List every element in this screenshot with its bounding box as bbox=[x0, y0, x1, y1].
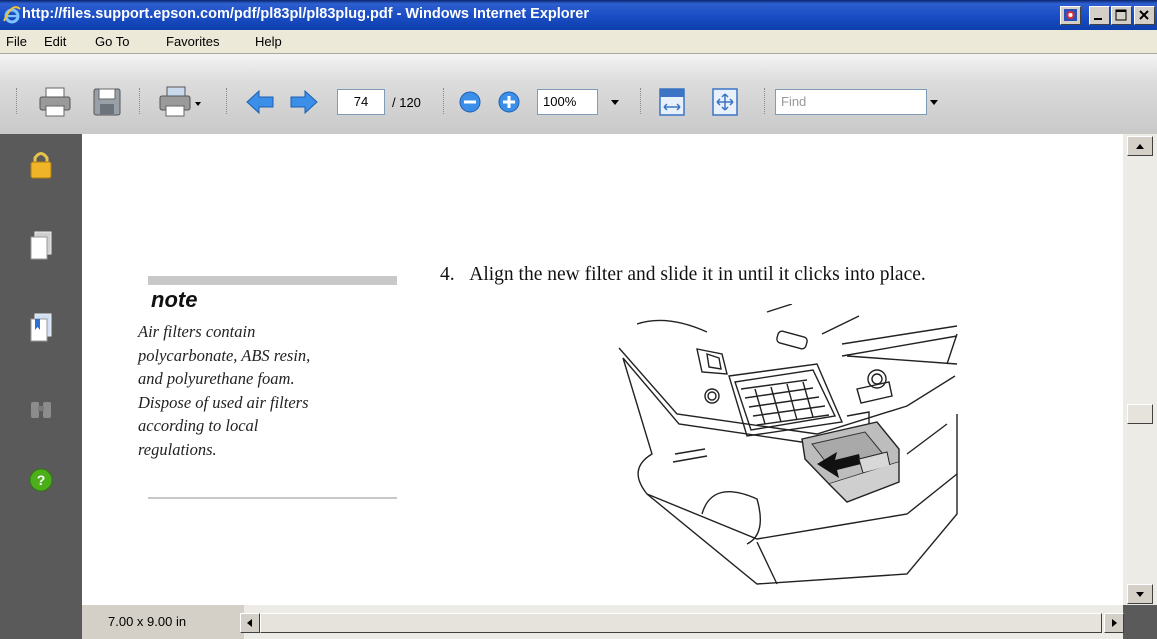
page-size-status: 7.00 x 9.00 in bbox=[82, 605, 244, 639]
page-number-input[interactable]: 74 bbox=[337, 89, 385, 115]
scroll-up-button[interactable] bbox=[1127, 136, 1153, 156]
zoom-out-icon[interactable] bbox=[458, 90, 482, 114]
menu-file[interactable]: File bbox=[6, 34, 27, 49]
window-title-bar[interactable]: http://files.support.epson.com/pdf/pl83p… bbox=[0, 0, 1157, 30]
search-binoculars-icon[interactable] bbox=[28, 396, 54, 422]
menu-bar: File Edit Go To Favorites Help bbox=[0, 30, 1157, 54]
minimize-icon[interactable] bbox=[1089, 6, 1110, 25]
pages-icon[interactable] bbox=[28, 230, 54, 262]
scroll-down-button[interactable] bbox=[1127, 584, 1153, 604]
menu-go-to[interactable]: Go To bbox=[95, 34, 129, 49]
note-line: regulations. bbox=[138, 439, 217, 459]
chevron-down-icon[interactable] bbox=[610, 98, 620, 106]
scroll-thumb[interactable] bbox=[1127, 404, 1153, 424]
step-instruction: 4. Align the new filter and slide it in … bbox=[440, 264, 926, 286]
horizontal-scrollbar[interactable] bbox=[240, 605, 1124, 639]
note-line: Dispose of used air filters bbox=[138, 392, 309, 412]
find-input[interactable]: Find bbox=[775, 89, 927, 115]
security-lock-icon[interactable] bbox=[28, 150, 54, 180]
window-title: http://files.support.epson.com/pdf/pl83p… bbox=[22, 6, 589, 22]
bookmarks-icon[interactable] bbox=[28, 312, 54, 344]
navigation-panel bbox=[0, 134, 82, 605]
fit-width-icon[interactable] bbox=[657, 87, 687, 117]
note-line: and polyurethane foam. bbox=[138, 369, 295, 388]
pdf-page: note Air filters contain polycarbonate, … bbox=[82, 134, 1123, 605]
note-line: Air filters contain bbox=[138, 322, 256, 341]
zoom-select[interactable]: 100% bbox=[537, 89, 598, 115]
zoom-in-icon[interactable] bbox=[497, 90, 521, 114]
help-icon[interactable]: ? bbox=[28, 467, 54, 493]
toolbar-separator bbox=[640, 88, 643, 114]
note-title: note bbox=[151, 287, 198, 312]
custom-status-icon[interactable] bbox=[1060, 6, 1081, 25]
scroll-right-button[interactable] bbox=[1104, 613, 1124, 633]
note-line: according to local bbox=[138, 416, 259, 435]
step-number: 4. bbox=[440, 264, 455, 285]
filter-illustration bbox=[618, 304, 958, 585]
next-page-icon[interactable] bbox=[289, 88, 319, 116]
ie-logo-icon bbox=[3, 6, 21, 24]
page-size-label: 7.00 x 9.00 in bbox=[108, 614, 187, 629]
fit-page-icon[interactable] bbox=[710, 87, 740, 117]
page-total-label: / 120 bbox=[392, 95, 421, 110]
maximize-icon[interactable] bbox=[1111, 6, 1132, 25]
step-text: Align the new filter and slide it in unt… bbox=[469, 264, 926, 285]
menu-help[interactable]: Help bbox=[255, 34, 282, 49]
note-line: polycarbonate, ABS resin, bbox=[138, 345, 311, 365]
note-top-rule bbox=[148, 276, 397, 285]
print-icon[interactable] bbox=[37, 86, 73, 118]
horizontal-scroll-thumb[interactable] bbox=[260, 613, 1102, 633]
markup-tool-icon[interactable] bbox=[157, 84, 203, 118]
chevron-down-icon[interactable] bbox=[929, 98, 939, 106]
save-icon[interactable] bbox=[91, 86, 123, 118]
toolbar-separator bbox=[139, 88, 142, 114]
scroll-left-button[interactable] bbox=[240, 613, 260, 633]
toolbar-separator bbox=[443, 88, 446, 114]
toolbar-separator bbox=[764, 88, 767, 114]
close-icon[interactable] bbox=[1134, 6, 1155, 25]
menu-favorites[interactable]: Favorites bbox=[166, 34, 219, 49]
svg-text:?: ? bbox=[37, 472, 46, 488]
note-body: Air filters contain polycarbonate, ABS r… bbox=[138, 320, 383, 461]
previous-page-icon[interactable] bbox=[245, 88, 275, 116]
vertical-scrollbar[interactable] bbox=[1123, 134, 1157, 605]
menu-edit[interactable]: Edit bbox=[44, 34, 66, 49]
note-bottom-rule bbox=[148, 497, 397, 499]
toolbar-separator bbox=[16, 88, 19, 114]
toolbar-separator bbox=[226, 88, 229, 114]
